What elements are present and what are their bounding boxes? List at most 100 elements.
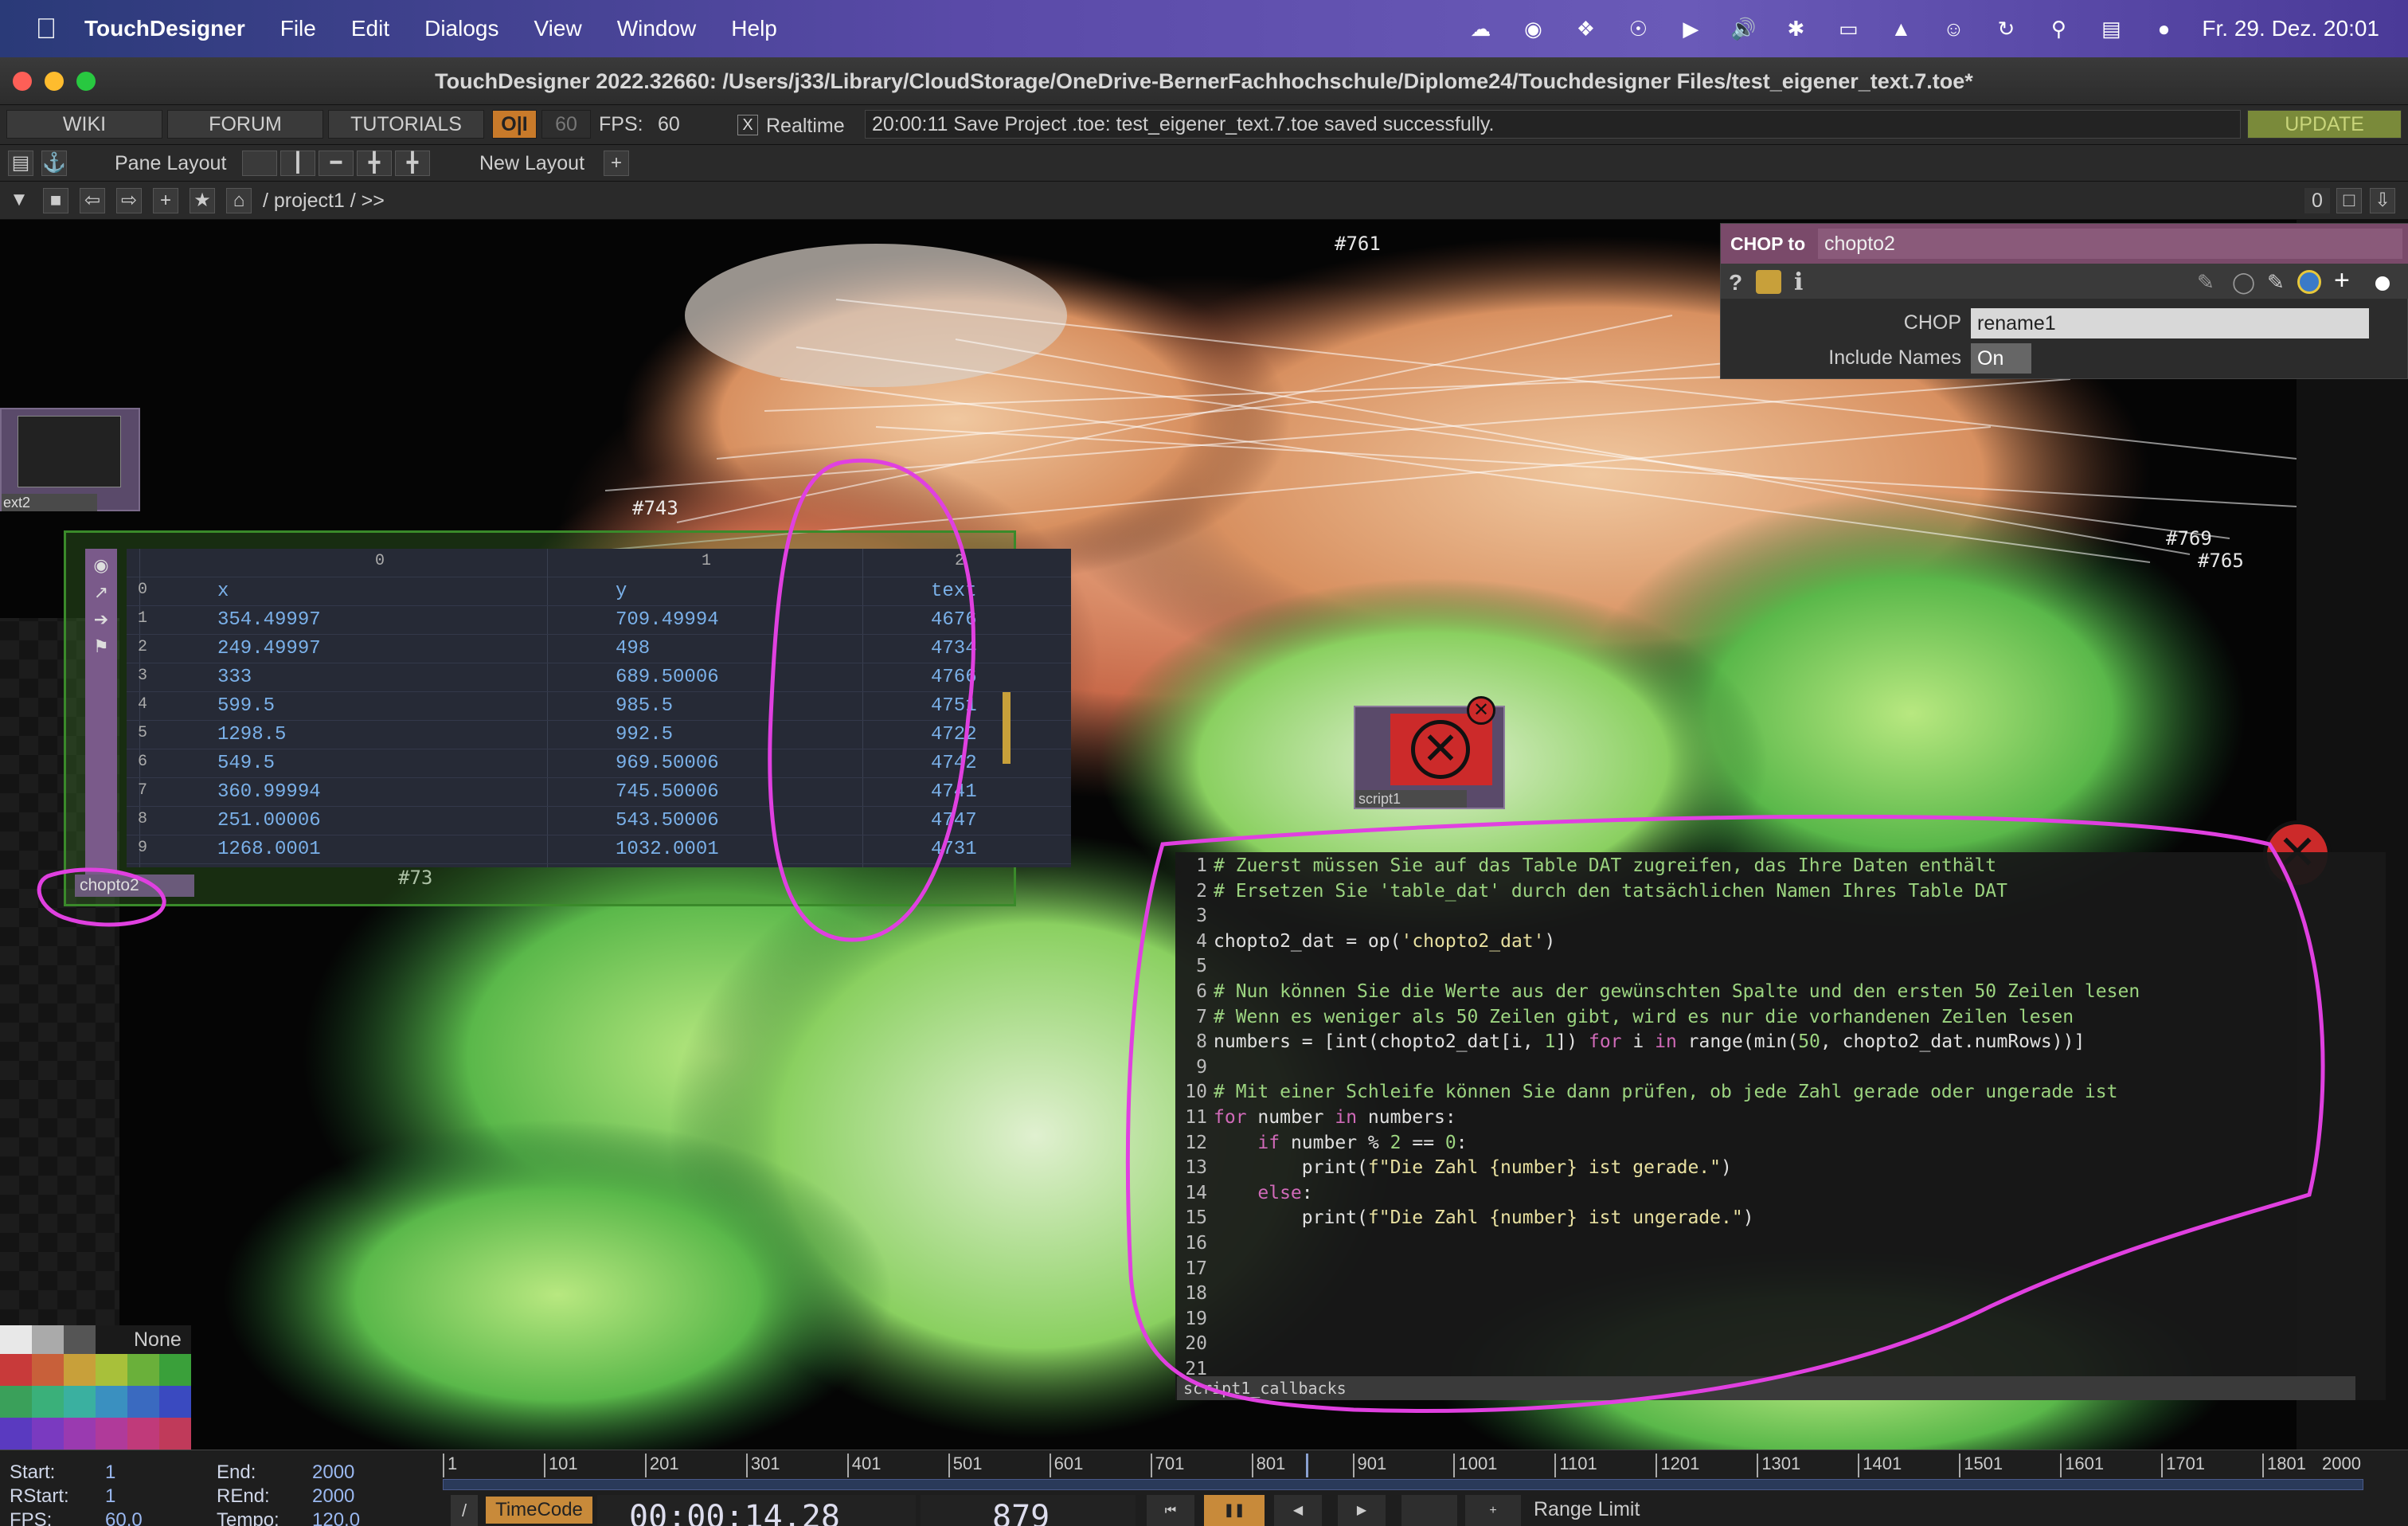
python-icon[interactable]	[2297, 270, 2321, 294]
palette-swatch[interactable]	[32, 1354, 64, 1386]
code-line[interactable]: 18	[1175, 1283, 1214, 1309]
tag-icon[interactable]: ✎	[2267, 270, 2285, 295]
palette-swatch[interactable]	[159, 1418, 191, 1450]
palette-swatch[interactable]	[127, 1386, 159, 1418]
palette-swatch[interactable]	[32, 1325, 64, 1354]
table-scrollbar[interactable]	[1003, 692, 1010, 764]
app-name[interactable]: TouchDesigner	[84, 16, 245, 41]
layout-three-icon[interactable]: ╋	[357, 151, 392, 176]
table-cell[interactable]: 1032.0001	[616, 839, 719, 860]
play-icon[interactable]: ▶	[1676, 17, 1705, 41]
wiki-button[interactable]: WIKI	[6, 110, 162, 139]
script1-node[interactable]: ✕ ✕ script1	[1354, 696, 1505, 809]
palette-swatch[interactable]	[0, 1354, 32, 1386]
row-index[interactable]: 3	[138, 667, 147, 685]
wifi-icon[interactable]: ▲	[1886, 17, 1915, 41]
stop-icon[interactable]: ■	[43, 188, 68, 213]
apple-icon[interactable]: 	[29, 13, 64, 45]
palette-swatch[interactable]	[96, 1418, 127, 1450]
tutorials-button[interactable]: TUTORIALS	[328, 110, 484, 139]
info-icon[interactable]: i	[1794, 268, 1803, 296]
table-cell[interactable]: 689.50006	[616, 667, 719, 688]
code-line[interactable]: 20	[1175, 1333, 1214, 1359]
node-flag-icon[interactable]: ⚑	[85, 636, 117, 657]
table-cell[interactable]: 4766	[931, 667, 977, 688]
menu-window[interactable]: Window	[617, 16, 697, 41]
code-line[interactable]: 14 else:	[1175, 1183, 1312, 1208]
back-icon[interactable]: ⇦	[80, 188, 105, 213]
row-index[interactable]: 7	[138, 781, 147, 800]
layout-single-icon[interactable]	[242, 151, 277, 176]
table-cell[interactable]: 4742	[931, 753, 977, 774]
table-cell[interactable]: 360.99994	[217, 781, 321, 803]
table-cell[interactable]: 4747	[931, 810, 977, 831]
text2-node[interactable]: ext2	[0, 408, 140, 511]
node-graph-icon[interactable]: ↗	[85, 582, 117, 603]
palette-swatch[interactable]	[64, 1325, 96, 1354]
row-index[interactable]: 1	[138, 609, 147, 628]
code-line[interactable]: 19	[1175, 1309, 1214, 1334]
pane-link-icon[interactable]: ⚓	[41, 151, 67, 176]
play-back-icon[interactable]: ◀	[1274, 1495, 1322, 1526]
code-line[interactable]: 15 print(f"Die Zahl {number} ist ungerad…	[1175, 1207, 1753, 1233]
code-line[interactable]: 10 # Mit einer Schleife können Sie dann p…	[1175, 1082, 2117, 1107]
table-cell[interactable]: x	[217, 581, 229, 602]
table-cell[interactable]: 4751	[931, 695, 977, 717]
step-button[interactable]	[1401, 1495, 1457, 1526]
timeline-slash-button[interactable]: /	[451, 1495, 478, 1526]
row-index[interactable]: 2	[138, 638, 147, 656]
code-line[interactable]: 12 if number % 2 == 0:	[1175, 1133, 1467, 1158]
table-cell[interactable]: 4676	[931, 609, 977, 631]
tempo-value[interactable]: 120.0	[312, 1509, 360, 1526]
code-line[interactable]: 11 for number in numbers:	[1175, 1107, 1456, 1133]
menu-view[interactable]: View	[534, 16, 582, 41]
play-forward-icon[interactable]: ▶	[1338, 1495, 1386, 1526]
control-center-icon[interactable]: ▤	[2097, 17, 2125, 41]
timecode-display[interactable]: 00:00:14.28	[597, 1495, 916, 1526]
siri-icon[interactable]: ●	[2149, 17, 2178, 41]
layout-split-v-icon[interactable]: ┃	[280, 151, 315, 176]
code-line[interactable]: 4 chopto2_dat = op('chopto2_dat')	[1175, 931, 1555, 957]
table-cell[interactable]: 498	[616, 638, 650, 659]
table-cell[interactable]: 969.50006	[616, 753, 719, 774]
user-icon[interactable]: ☺	[1939, 17, 1968, 41]
menu-edit[interactable]: Edit	[351, 16, 389, 41]
chop-param-field[interactable]: rename1	[1971, 308, 2369, 338]
table-cell[interactable]: 985.5	[616, 695, 673, 717]
home-icon[interactable]: ⌂	[226, 188, 252, 213]
table-viewer[interactable]: 0 1 2 0 x y text 1 354.49997 709.49994 4676 2 249…	[127, 549, 1071, 867]
table-cell[interactable]: 549.5	[217, 753, 275, 774]
row-index[interactable]: 4	[138, 695, 147, 714]
code-line[interactable]: 17	[1175, 1258, 1214, 1284]
chopto2-node[interactable]: ◉ ↗ ➔ ⚑ 0 1 2 0 x y text 1 354.49997 709.49994…	[64, 530, 1071, 906]
frame-display[interactable]: 879	[921, 1495, 1136, 1526]
row-index[interactable]: 6	[138, 753, 147, 771]
range-limit-label[interactable]: Range Limit	[1534, 1498, 1640, 1521]
code-line[interactable]: 5	[1175, 956, 1214, 981]
table-cell[interactable]: 709.49994	[616, 609, 719, 631]
script-callbacks-editor[interactable]: 1 # Zuerst müssen Sie auf das Table DAT z…	[1175, 852, 2386, 1400]
table-cell[interactable]: 251.00006	[217, 810, 321, 831]
volume-icon[interactable]: 🔊	[1729, 17, 1757, 41]
table-cell[interactable]: y	[616, 581, 627, 602]
op-name-field[interactable]: chopto2	[1818, 229, 2402, 259]
fps-target[interactable]: 60	[541, 110, 591, 139]
palette-swatch[interactable]	[32, 1386, 64, 1418]
start-value[interactable]: 1	[105, 1461, 115, 1484]
forum-button[interactable]: FORUM	[167, 110, 323, 139]
import-icon[interactable]: ⇩	[2370, 188, 2395, 213]
row-index[interactable]: 9	[138, 839, 147, 857]
time-machine-icon[interactable]: ↻	[1992, 17, 2020, 41]
creative-cloud-icon[interactable]: ❖	[1571, 17, 1600, 41]
vpn-icon[interactable]: ◉	[1519, 17, 1547, 41]
node-settings-icon[interactable]: ◉	[85, 555, 117, 576]
pane-view-icon[interactable]: ▤	[8, 151, 33, 176]
clock[interactable]: Fr. 29. Dez. 20:01	[2202, 16, 2379, 41]
timeline-ruler[interactable]: 1 101 201 301 401 501 601 701 801 901 1001 1101 1201…	[443, 1450, 2408, 1479]
table-cell[interactable]: 1268.0001	[217, 839, 321, 860]
maximize-pane-icon[interactable]: □	[2336, 188, 2362, 213]
layout-four-icon[interactable]: ╋	[395, 151, 430, 176]
pause-icon[interactable]: ❚❚	[1204, 1495, 1265, 1526]
menu-file[interactable]: File	[280, 16, 316, 41]
palette-swatch[interactable]	[64, 1354, 96, 1386]
